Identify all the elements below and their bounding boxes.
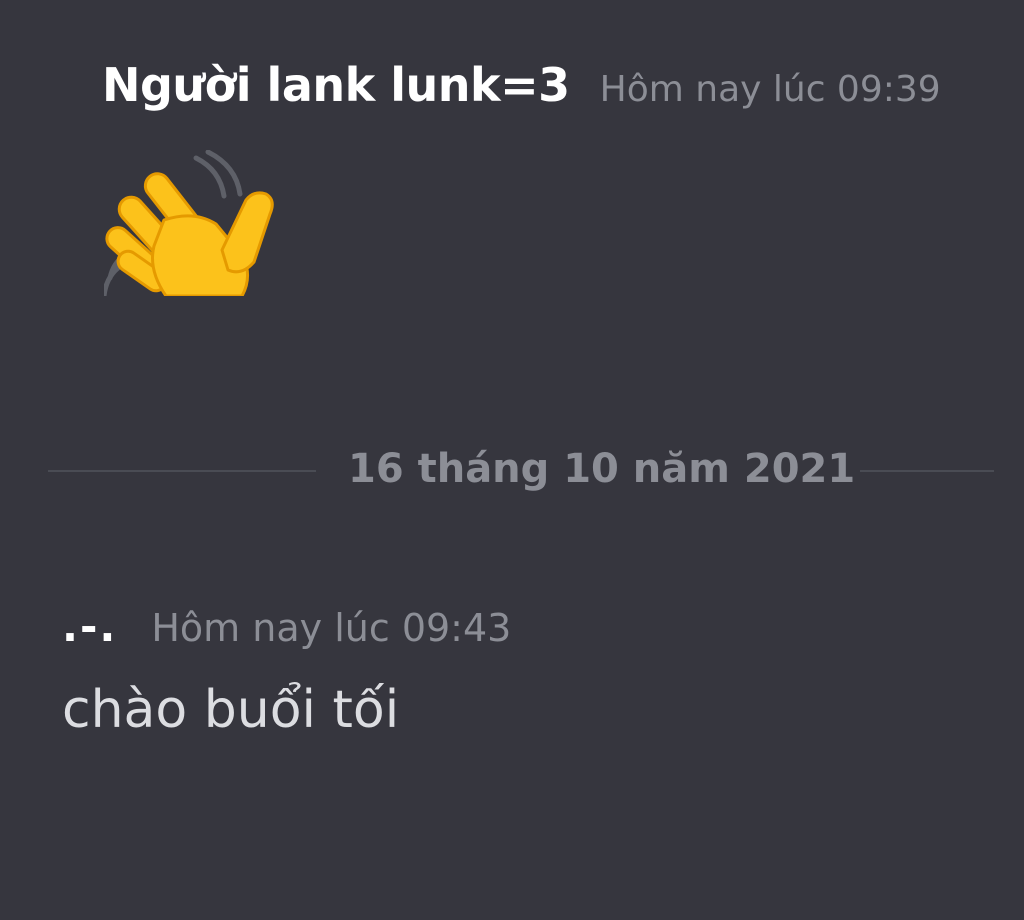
message-header: .-. Hôm nay lúc 09:43 bbox=[62, 602, 511, 651]
chat-message-list: Người lank lunk=3 Hôm nay lúc 09:39 16 t… bbox=[0, 0, 1024, 920]
message-timestamp: Hôm nay lúc 09:43 bbox=[151, 606, 512, 650]
date-divider-label: 16 tháng 10 năm 2021 bbox=[348, 446, 856, 492]
waving-hand-emoji-icon[interactable] bbox=[104, 150, 280, 296]
message-header: Người lank lunk=3 Hôm nay lúc 09:39 bbox=[102, 58, 941, 112]
message-author[interactable]: Người lank lunk=3 bbox=[102, 58, 570, 112]
divider-line bbox=[48, 470, 316, 472]
date-divider: 16 tháng 10 năm 2021 bbox=[48, 446, 994, 500]
message-author[interactable]: .-. bbox=[62, 602, 117, 651]
message-text: chào buổi tối bbox=[62, 680, 400, 740]
message-timestamp: Hôm nay lúc 09:39 bbox=[599, 69, 941, 110]
divider-line bbox=[860, 470, 994, 472]
